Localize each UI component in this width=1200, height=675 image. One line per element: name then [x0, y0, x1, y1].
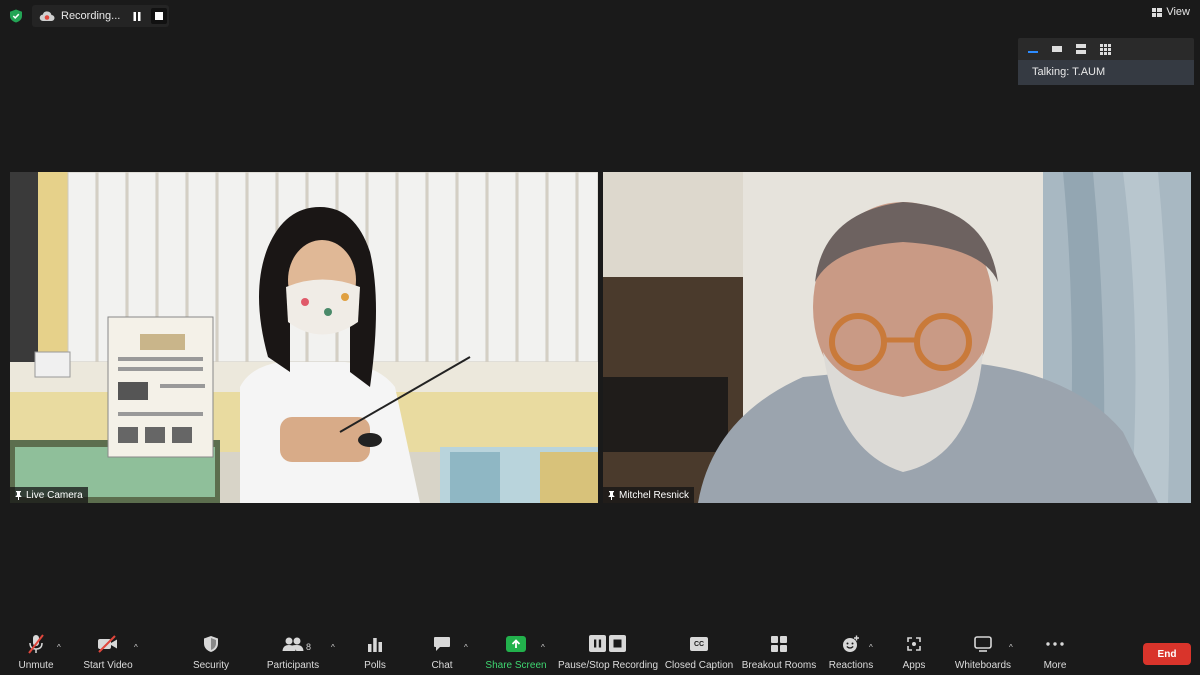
- participants-options-caret-icon[interactable]: ^: [331, 643, 335, 652]
- pin-icon: [608, 490, 615, 500]
- minimize-layout-icon[interactable]: [1022, 40, 1044, 58]
- pause-stop-recording-label: Pause/Stop Recording: [557, 660, 659, 671]
- closed-caption-icon: CC: [690, 637, 708, 651]
- chat-button[interactable]: Chat: [428, 633, 456, 673]
- view-label: View: [1166, 6, 1190, 18]
- reactions-button[interactable]: Reactions: [828, 633, 874, 673]
- polls-label: Polls: [364, 660, 386, 671]
- apps-label: Apps: [902, 660, 926, 671]
- video-feed: [603, 172, 1191, 503]
- view-grid-icon: [1152, 7, 1163, 17]
- split-layout-icon[interactable]: [1070, 40, 1092, 58]
- breakout-rooms-icon: [771, 636, 787, 652]
- whiteboards-button[interactable]: Whiteboards: [954, 633, 1012, 673]
- microphone-muted-icon: [28, 634, 44, 654]
- chat-options-caret-icon[interactable]: ^: [464, 643, 468, 652]
- end-meeting-button[interactable]: End: [1143, 643, 1191, 665]
- participant-name-tag: Live Camera: [10, 487, 88, 503]
- speaker-layout-icon[interactable]: [1046, 40, 1068, 58]
- video-camera-off-icon: [98, 635, 117, 653]
- apps-button[interactable]: Apps: [898, 633, 930, 673]
- participants-label: Participants: [266, 660, 320, 671]
- reactions-label: Reactions: [828, 660, 874, 671]
- share-screen-icon: [506, 636, 526, 652]
- polls-button[interactable]: Polls: [360, 633, 390, 673]
- whiteboards-options-caret-icon[interactable]: ^: [1009, 643, 1013, 652]
- reactions-icon: [843, 635, 859, 652]
- share-screen-button[interactable]: Share Screen: [485, 633, 547, 673]
- share-screen-label: Share Screen: [485, 660, 547, 671]
- unmute-label: Unmute: [18, 660, 54, 671]
- cloud-recording-icon: [39, 11, 55, 22]
- whiteboard-icon: [974, 636, 992, 652]
- breakout-rooms-button[interactable]: Breakout Rooms: [742, 633, 816, 673]
- pause-stop-recording-icon: [589, 635, 626, 652]
- polls-icon: [368, 638, 382, 652]
- recording-label: Recording...: [61, 10, 121, 22]
- chat-label: Chat: [431, 660, 453, 671]
- meeting-toolbar: Unmute ^ Start Video ^ Security Particip…: [0, 633, 1200, 675]
- security-button[interactable]: Security: [188, 633, 234, 673]
- participant-name-tag: Mitchel Resnick: [603, 487, 695, 503]
- talking-indicator: Talking: T.AUM: [1018, 60, 1194, 85]
- stop-recording-icon[interactable]: [151, 8, 167, 24]
- participants-icon: [282, 637, 304, 651]
- participant-count: 8: [306, 642, 312, 652]
- recording-indicator: Recording...: [32, 5, 169, 27]
- speaker-view-panel: Talking: T.AUM: [1018, 38, 1194, 85]
- gallery-layout-icon[interactable]: [1094, 40, 1116, 58]
- video-feed: [10, 172, 598, 503]
- closed-caption-button[interactable]: CC Closed Caption: [664, 633, 734, 673]
- more-label: More: [1043, 660, 1067, 671]
- share-options-caret-icon[interactable]: ^: [541, 643, 545, 652]
- audio-options-caret-icon[interactable]: ^: [57, 643, 61, 652]
- participant-name: Live Camera: [26, 489, 83, 501]
- participants-button[interactable]: Participants: [266, 633, 320, 673]
- whiteboards-label: Whiteboards: [954, 660, 1012, 671]
- security-label: Security: [192, 660, 230, 671]
- closed-caption-label: Closed Caption: [664, 660, 734, 671]
- security-icon: [204, 636, 218, 652]
- more-dots-icon: [1046, 642, 1064, 646]
- apps-icon: [907, 637, 921, 651]
- reactions-options-caret-icon[interactable]: ^: [869, 643, 873, 652]
- pause-recording-icon[interactable]: [129, 8, 145, 24]
- pause-stop-recording-button[interactable]: Pause/Stop Recording: [557, 633, 659, 673]
- view-button[interactable]: View: [1152, 6, 1190, 18]
- video-tile-mitchel-resnick[interactable]: Mitchel Resnick: [603, 172, 1191, 503]
- pin-icon: [15, 490, 22, 500]
- security-shield-icon: [10, 9, 22, 23]
- video-tile-live-camera[interactable]: Live Camera: [10, 172, 598, 503]
- breakout-rooms-label: Breakout Rooms: [741, 660, 817, 671]
- unmute-button[interactable]: Unmute: [12, 633, 60, 673]
- video-options-caret-icon[interactable]: ^: [134, 643, 138, 652]
- start-video-button[interactable]: Start Video: [82, 633, 134, 673]
- start-video-label: Start Video: [83, 660, 133, 671]
- more-button[interactable]: More: [1038, 633, 1072, 673]
- participant-name: Mitchel Resnick: [619, 489, 690, 501]
- chat-icon: [434, 637, 450, 651]
